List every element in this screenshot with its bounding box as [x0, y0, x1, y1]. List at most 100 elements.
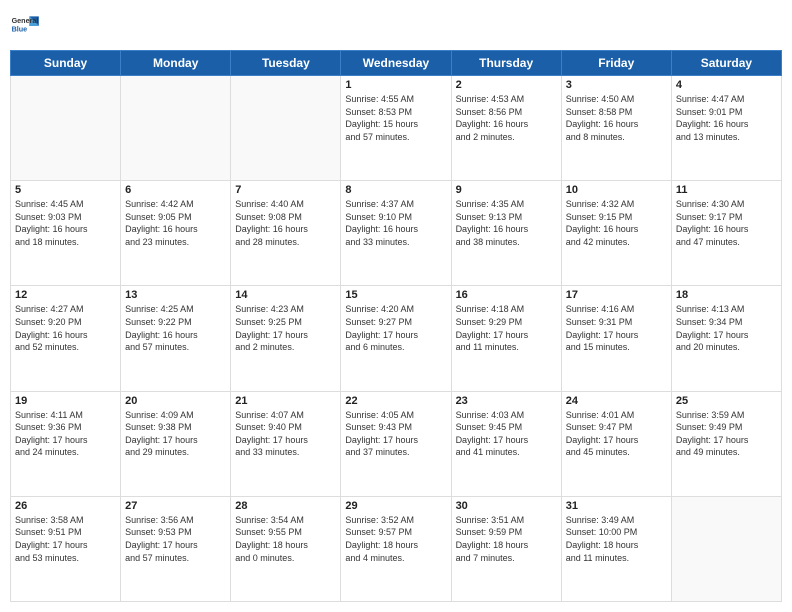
- calendar-cell: 14 Sunrise: 4:23 AM Sunset: 9:25 PM Dayli…: [231, 286, 341, 391]
- calendar-cell: 12 Sunrise: 4:27 AM Sunset: 9:20 PM Dayli…: [11, 286, 121, 391]
- day-info: Sunrise: 3:51 AM Sunset: 9:59 PM Dayligh…: [456, 514, 557, 564]
- calendar-cell: 10 Sunrise: 4:32 AM Sunset: 9:15 PM Dayli…: [561, 181, 671, 286]
- calendar-cell: [121, 76, 231, 181]
- day-number: 10: [566, 184, 667, 196]
- logo-icon: General Blue: [10, 10, 42, 42]
- day-info: Sunrise: 4:40 AM Sunset: 9:08 PM Dayligh…: [235, 198, 336, 248]
- day-info: Sunrise: 4:25 AM Sunset: 9:22 PM Dayligh…: [125, 303, 226, 353]
- day-info: Sunrise: 4:16 AM Sunset: 9:31 PM Dayligh…: [566, 303, 667, 353]
- calendar-cell: 21 Sunrise: 4:07 AM Sunset: 9:40 PM Dayli…: [231, 391, 341, 496]
- day-number: 4: [676, 79, 777, 91]
- day-number: 2: [456, 79, 557, 91]
- calendar-cell: 4 Sunrise: 4:47 AM Sunset: 9:01 PM Daylig…: [671, 76, 781, 181]
- day-info: Sunrise: 4:32 AM Sunset: 9:15 PM Dayligh…: [566, 198, 667, 248]
- calendar-table: SundayMondayTuesdayWednesdayThursdayFrid…: [10, 50, 782, 602]
- weekday-header-cell: Monday: [121, 51, 231, 76]
- day-number: 14: [235, 289, 336, 301]
- day-info: Sunrise: 4:42 AM Sunset: 9:05 PM Dayligh…: [125, 198, 226, 248]
- day-info: Sunrise: 4:47 AM Sunset: 9:01 PM Dayligh…: [676, 93, 777, 143]
- calendar-cell: 7 Sunrise: 4:40 AM Sunset: 9:08 PM Daylig…: [231, 181, 341, 286]
- calendar-week-row: 5Sunrise: 4:45 AM Sunset: 9:03 PM Daylig…: [11, 181, 782, 286]
- day-number: 30: [456, 500, 557, 512]
- calendar-cell: 26 Sunrise: 3:58 AM Sunset: 9:51 PM Dayli…: [11, 496, 121, 601]
- day-info: Sunrise: 4:53 AM Sunset: 8:56 PM Dayligh…: [456, 93, 557, 143]
- weekday-header-cell: Wednesday: [341, 51, 451, 76]
- day-info: Sunrise: 3:56 AM Sunset: 9:53 PM Dayligh…: [125, 514, 226, 564]
- day-info: Sunrise: 3:49 AM Sunset: 10:00 PM Daylig…: [566, 514, 667, 564]
- day-info: Sunrise: 4:55 AM Sunset: 8:53 PM Dayligh…: [345, 93, 446, 143]
- day-number: 13: [125, 289, 226, 301]
- calendar-cell: 18 Sunrise: 4:13 AM Sunset: 9:34 PM Dayli…: [671, 286, 781, 391]
- weekday-header-cell: Sunday: [11, 51, 121, 76]
- calendar-cell: 19Sunrise: 4:11 AM Sunset: 9:36 PM Dayli…: [11, 391, 121, 496]
- day-number: 25: [676, 395, 777, 407]
- day-number: 19: [15, 395, 116, 407]
- day-info: Sunrise: 4:30 AM Sunset: 9:17 PM Dayligh…: [676, 198, 777, 248]
- calendar-cell: 6 Sunrise: 4:42 AM Sunset: 9:05 PM Daylig…: [121, 181, 231, 286]
- day-info: Sunrise: 4:27 AM Sunset: 9:20 PM Dayligh…: [15, 303, 116, 353]
- day-number: 9: [456, 184, 557, 196]
- day-number: 31: [566, 500, 667, 512]
- calendar-cell: 20Sunrise: 4:09 AM Sunset: 9:38 PM Dayli…: [121, 391, 231, 496]
- day-info: Sunrise: 3:54 AM Sunset: 9:55 PM Dayligh…: [235, 514, 336, 564]
- day-number: 7: [235, 184, 336, 196]
- calendar-body: 1 Sunrise: 4:55 AM Sunset: 8:53 PM Daylig…: [11, 76, 782, 602]
- day-info: Sunrise: 4:50 AM Sunset: 8:58 PM Dayligh…: [566, 93, 667, 143]
- calendar-cell: 9 Sunrise: 4:35 AM Sunset: 9:13 PM Daylig…: [451, 181, 561, 286]
- weekday-header-row: SundayMondayTuesdayWednesdayThursdayFrid…: [11, 51, 782, 76]
- day-info: Sunrise: 4:01 AM Sunset: 9:47 PM Dayligh…: [566, 409, 667, 459]
- day-number: 11: [676, 184, 777, 196]
- calendar-week-row: 19Sunrise: 4:11 AM Sunset: 9:36 PM Dayli…: [11, 391, 782, 496]
- calendar-cell: 27 Sunrise: 3:56 AM Sunset: 9:53 PM Dayli…: [121, 496, 231, 601]
- weekday-header-cell: Saturday: [671, 51, 781, 76]
- day-number: 3: [566, 79, 667, 91]
- weekday-header-cell: Thursday: [451, 51, 561, 76]
- calendar-week-row: 12 Sunrise: 4:27 AM Sunset: 9:20 PM Dayli…: [11, 286, 782, 391]
- calendar-cell: 16Sunrise: 4:18 AM Sunset: 9:29 PM Dayli…: [451, 286, 561, 391]
- day-number: 17: [566, 289, 667, 301]
- day-info: Sunrise: 3:59 AM Sunset: 9:49 PM Dayligh…: [676, 409, 777, 459]
- day-number: 18: [676, 289, 777, 301]
- calendar-cell: 13 Sunrise: 4:25 AM Sunset: 9:22 PM Dayli…: [121, 286, 231, 391]
- day-info: Sunrise: 4:09 AM Sunset: 9:38 PM Dayligh…: [125, 409, 226, 459]
- day-number: 29: [345, 500, 446, 512]
- calendar-cell: 28 Sunrise: 3:54 AM Sunset: 9:55 PM Dayli…: [231, 496, 341, 601]
- day-number: 8: [345, 184, 446, 196]
- day-info: Sunrise: 3:58 AM Sunset: 9:51 PM Dayligh…: [15, 514, 116, 564]
- day-number: 21: [235, 395, 336, 407]
- svg-text:Blue: Blue: [12, 25, 28, 34]
- day-info: Sunrise: 4:45 AM Sunset: 9:03 PM Dayligh…: [15, 198, 116, 248]
- day-info: Sunrise: 4:03 AM Sunset: 9:45 PM Dayligh…: [456, 409, 557, 459]
- svg-text:General: General: [12, 16, 39, 25]
- calendar-cell: 2 Sunrise: 4:53 AM Sunset: 8:56 PM Daylig…: [451, 76, 561, 181]
- day-info: Sunrise: 4:20 AM Sunset: 9:27 PM Dayligh…: [345, 303, 446, 353]
- calendar-cell: [671, 496, 781, 601]
- day-info: Sunrise: 4:23 AM Sunset: 9:25 PM Dayligh…: [235, 303, 336, 353]
- day-number: 28: [235, 500, 336, 512]
- calendar-cell: 5Sunrise: 4:45 AM Sunset: 9:03 PM Daylig…: [11, 181, 121, 286]
- calendar-cell: 3 Sunrise: 4:50 AM Sunset: 8:58 PM Daylig…: [561, 76, 671, 181]
- calendar-cell: 8Sunrise: 4:37 AM Sunset: 9:10 PM Daylig…: [341, 181, 451, 286]
- day-number: 23: [456, 395, 557, 407]
- day-number: 1: [345, 79, 446, 91]
- day-number: 26: [15, 500, 116, 512]
- day-info: Sunrise: 4:13 AM Sunset: 9:34 PM Dayligh…: [676, 303, 777, 353]
- day-number: 12: [15, 289, 116, 301]
- day-info: Sunrise: 4:07 AM Sunset: 9:40 PM Dayligh…: [235, 409, 336, 459]
- header: General Blue: [10, 10, 782, 42]
- calendar-cell: 11 Sunrise: 4:30 AM Sunset: 9:17 PM Dayli…: [671, 181, 781, 286]
- calendar-page: General Blue SundayMondayTuesdayWednesda…: [0, 0, 792, 612]
- calendar-cell: 24 Sunrise: 4:01 AM Sunset: 9:47 PM Dayli…: [561, 391, 671, 496]
- weekday-header-cell: Tuesday: [231, 51, 341, 76]
- day-info: Sunrise: 4:05 AM Sunset: 9:43 PM Dayligh…: [345, 409, 446, 459]
- day-number: 24: [566, 395, 667, 407]
- calendar-cell: 31 Sunrise: 3:49 AM Sunset: 10:00 PM Dayl…: [561, 496, 671, 601]
- day-number: 27: [125, 500, 226, 512]
- calendar-cell: 1 Sunrise: 4:55 AM Sunset: 8:53 PM Daylig…: [341, 76, 451, 181]
- day-number: 15: [345, 289, 446, 301]
- day-info: Sunrise: 4:18 AM Sunset: 9:29 PM Dayligh…: [456, 303, 557, 353]
- day-info: Sunrise: 4:35 AM Sunset: 9:13 PM Dayligh…: [456, 198, 557, 248]
- day-number: 6: [125, 184, 226, 196]
- calendar-cell: 23 Sunrise: 4:03 AM Sunset: 9:45 PM Dayli…: [451, 391, 561, 496]
- day-info: Sunrise: 3:52 AM Sunset: 9:57 PM Dayligh…: [345, 514, 446, 564]
